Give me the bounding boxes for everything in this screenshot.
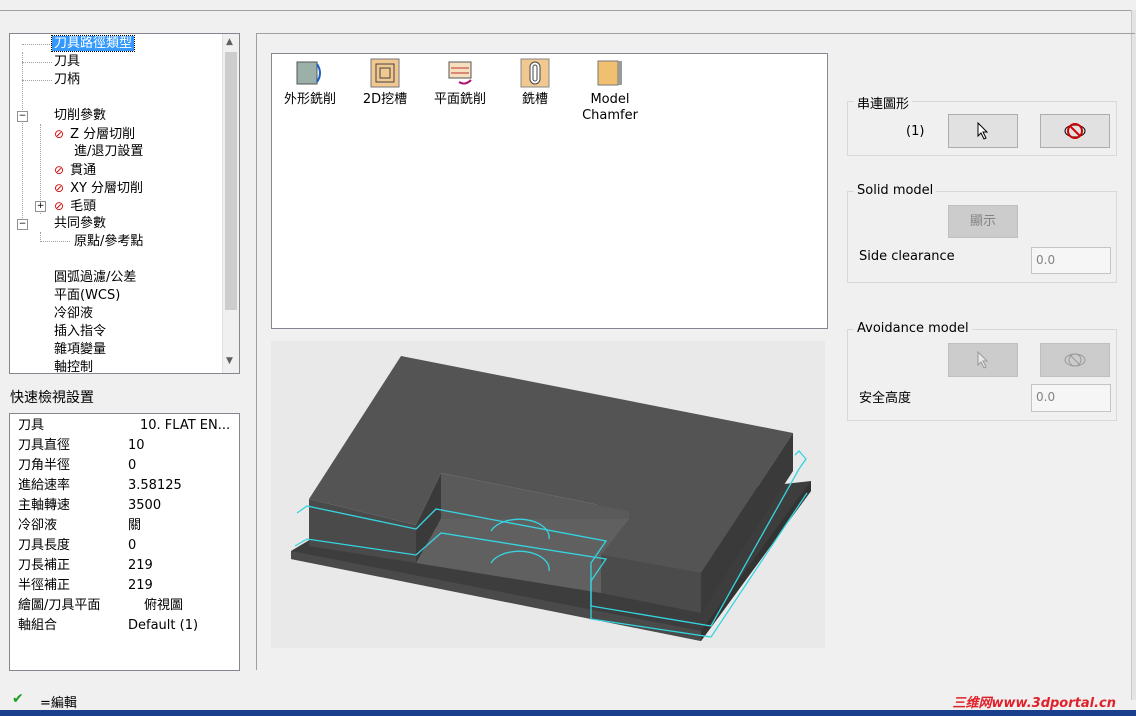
tree-item-break-through[interactable]: ⊘ 貫通 [54,161,98,179]
quick-view-row: 繪圖/刀具平面 俯視圖 [18,598,184,613]
quick-view-panel: 刀具 10. FLAT EN... 刀具直徑 10 刀角半徑 0 進給速率 3.5812… [9,413,240,671]
tree-item-xy-stepover[interactable]: ⊘ XY 分層切削 [54,179,145,197]
collapse-common-params-icon[interactable]: − [17,219,28,230]
disabled-icon: ⊘ [54,163,65,177]
toolpath-type-list[interactable]: 外形銑削 2D挖槽 平面銑削 銑槽 Model Chamfer [271,53,828,329]
pointer-icon [977,121,989,140]
slot-icon [520,58,550,88]
safe-height-field[interactable]: 0.0 [1031,384,1111,412]
facing-icon [445,58,475,88]
tree-item-axis-control[interactable]: 軸控制 [52,359,95,373]
tree-item-z-depth[interactable]: ⊘ Z 分層切削 [54,125,137,143]
clear-selection-icon [1064,123,1086,139]
quick-view-row: 刀長補正 219 [18,558,153,573]
safe-height-label: 安全高度 [859,391,912,406]
quick-view-row: 軸組合 Default (1) [18,618,199,633]
watermark: 三维网www.3dportal.cn [952,696,1116,711]
chamfer-icon [595,58,625,88]
tree-item-common-params[interactable]: 共同參數 [52,215,108,233]
clear-selection-icon [1064,353,1086,367]
tree-item-coolant[interactable]: 冷卻液 [52,305,95,323]
contour-icon [295,58,325,88]
expand-burr-icon[interactable]: + [35,201,46,212]
side-clearance-field[interactable]: 0.0 [1031,247,1111,274]
quick-view-title: 快速檢視設置 [10,390,94,406]
disabled-icon: ⊘ [54,199,65,213]
clear-avoidance-button[interactable] [1040,343,1110,377]
tree-item-arc-filter[interactable]: 圓弧過濾/公差 [52,269,138,287]
window-top-edge [0,0,1136,11]
collapse-cutting-params-icon[interactable]: − [17,111,28,122]
solid-model-group: Solid model 顯示 Side clearance 0.0 [847,183,1117,283]
toolpath-type-facing[interactable]: 平面銑削 [422,58,498,108]
tree-scrollbar[interactable]: ▲ ▼ [222,34,239,373]
show-solid-button[interactable]: 顯示 [948,205,1018,238]
quick-view-row: 冷卻液關 [18,518,142,533]
toolpath-type-contour[interactable]: 外形銑削 [272,58,348,108]
disabled-icon: ⊘ [54,127,65,141]
quick-view-row: 刀具 10. FLAT EN... [18,418,231,433]
clear-chain-button[interactable] [1040,114,1110,148]
check-icon: ✔ [12,691,24,707]
part-preview [271,341,825,648]
disabled-icon: ⊘ [54,181,65,195]
quick-view-row: 主軸轉速 3500 [18,498,162,513]
quick-view-row: 進給速率 3.58125 [18,478,182,493]
tree-item-toolpath-type[interactable]: 刀具路徑類型 [50,35,136,53]
tree-item-tabs[interactable]: ⊘ 毛頭 [54,197,98,215]
tree-item-home-ref[interactable]: 原點/參考點 [72,233,145,251]
scroll-up-icon[interactable]: ▲ [226,37,233,47]
tree-item-planes[interactable]: 平面(WCS) [52,287,122,305]
pointer-icon [977,350,989,369]
scrollbar-thumb[interactable] [225,52,237,310]
toolpath-type-model-chamfer[interactable]: Model Chamfer [572,58,648,124]
taskbar-edge [0,710,1136,716]
quick-view-row: 刀具長度 0 [18,538,137,553]
chain-count: (1) [906,124,925,139]
toolpath-type-pocket[interactable]: 2D挖槽 [347,58,423,108]
scroll-down-icon[interactable]: ▼ [226,356,233,366]
quick-view-row: 刀具直徑 10 [18,438,145,453]
quick-view-row: 刀角半徑 0 [18,458,137,473]
tree-item-lead-in-out[interactable]: 進/退刀設置 [72,143,145,161]
select-chain-button[interactable] [948,114,1018,148]
avoidance-model-group: Avoidance model 安全高度 0.0 [847,321,1117,421]
tree-item-canned-text[interactable]: 插入指令 [52,323,108,341]
tree-item-holder[interactable]: 刀柄 [52,71,82,89]
tree-item-tool[interactable]: 刀具 [52,53,82,71]
toolpath-type-slot[interactable]: 銑槽 [497,58,573,108]
tree-item-cut-params[interactable]: 切削參數 [52,107,108,125]
pocket-icon [370,58,400,88]
status-text: =編輯 [40,696,77,711]
select-avoidance-button[interactable] [948,343,1018,377]
tree-item-misc-values[interactable]: 雜項變量 [52,341,108,359]
chain-group: 串連圖形 (1) [847,93,1117,156]
side-clearance-label: Side clearance [859,249,955,264]
quick-view-row: 半徑補正 219 [18,578,153,593]
parameter-tree[interactable]: − + − 刀具路徑類型 刀具 刀柄 切削參數 ⊘ Z 分層切削 進/退刀設置 ⊘… [9,33,240,374]
